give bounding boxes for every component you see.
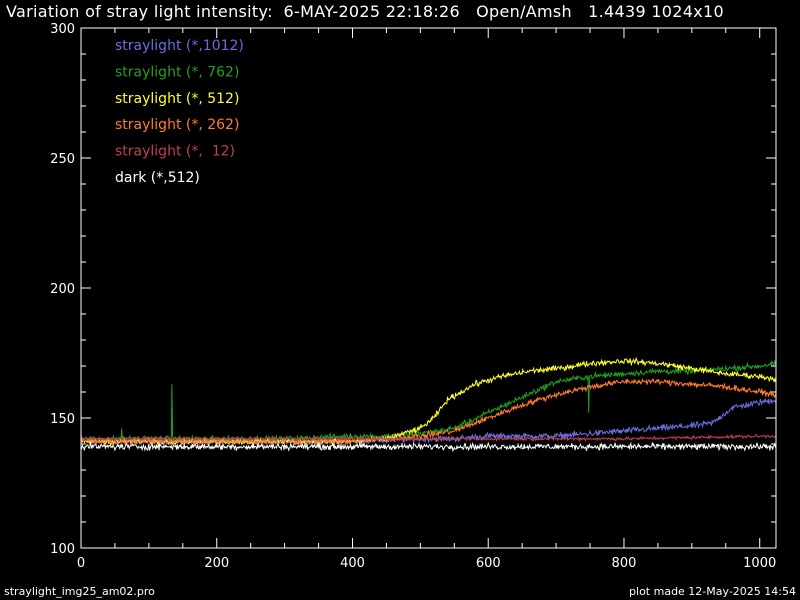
y-tick-label: 100 (50, 542, 75, 557)
y-tick-label: 200 (50, 282, 75, 297)
y-tick-label: 300 (50, 22, 75, 37)
legend-entry: dark (*,512) (115, 170, 200, 186)
legend-entry: straylight (*, 762) (115, 64, 239, 80)
x-tick-label: 800 (612, 556, 637, 571)
x-tick-label: 400 (340, 556, 365, 571)
x-tick-label: 200 (204, 556, 229, 571)
plot-date-label: plot made 12-May-2025 14:54 (629, 585, 796, 598)
x-tick-label: 0 (77, 556, 85, 571)
y-tick-label: 250 (50, 152, 75, 167)
legend-entry: straylight (*,1012) (115, 38, 244, 54)
source-file-label: straylight_img25_am02.pro (4, 585, 155, 598)
x-tick-label: 600 (476, 556, 501, 571)
legend-entry: straylight (*, 512) (115, 91, 239, 107)
legend-entry: straylight (*, 262) (115, 117, 239, 133)
legend-entry: straylight (*, 12) (115, 144, 235, 160)
stray-light-chart: 0 200 400 600 800 1000 100 150 200 250 300 straylig… (50, 22, 777, 571)
series-line-5 (80, 441, 777, 453)
y-tick-label: 150 (50, 412, 75, 427)
x-tick-label: 1000 (743, 556, 776, 571)
series-line-3 (80, 377, 777, 447)
